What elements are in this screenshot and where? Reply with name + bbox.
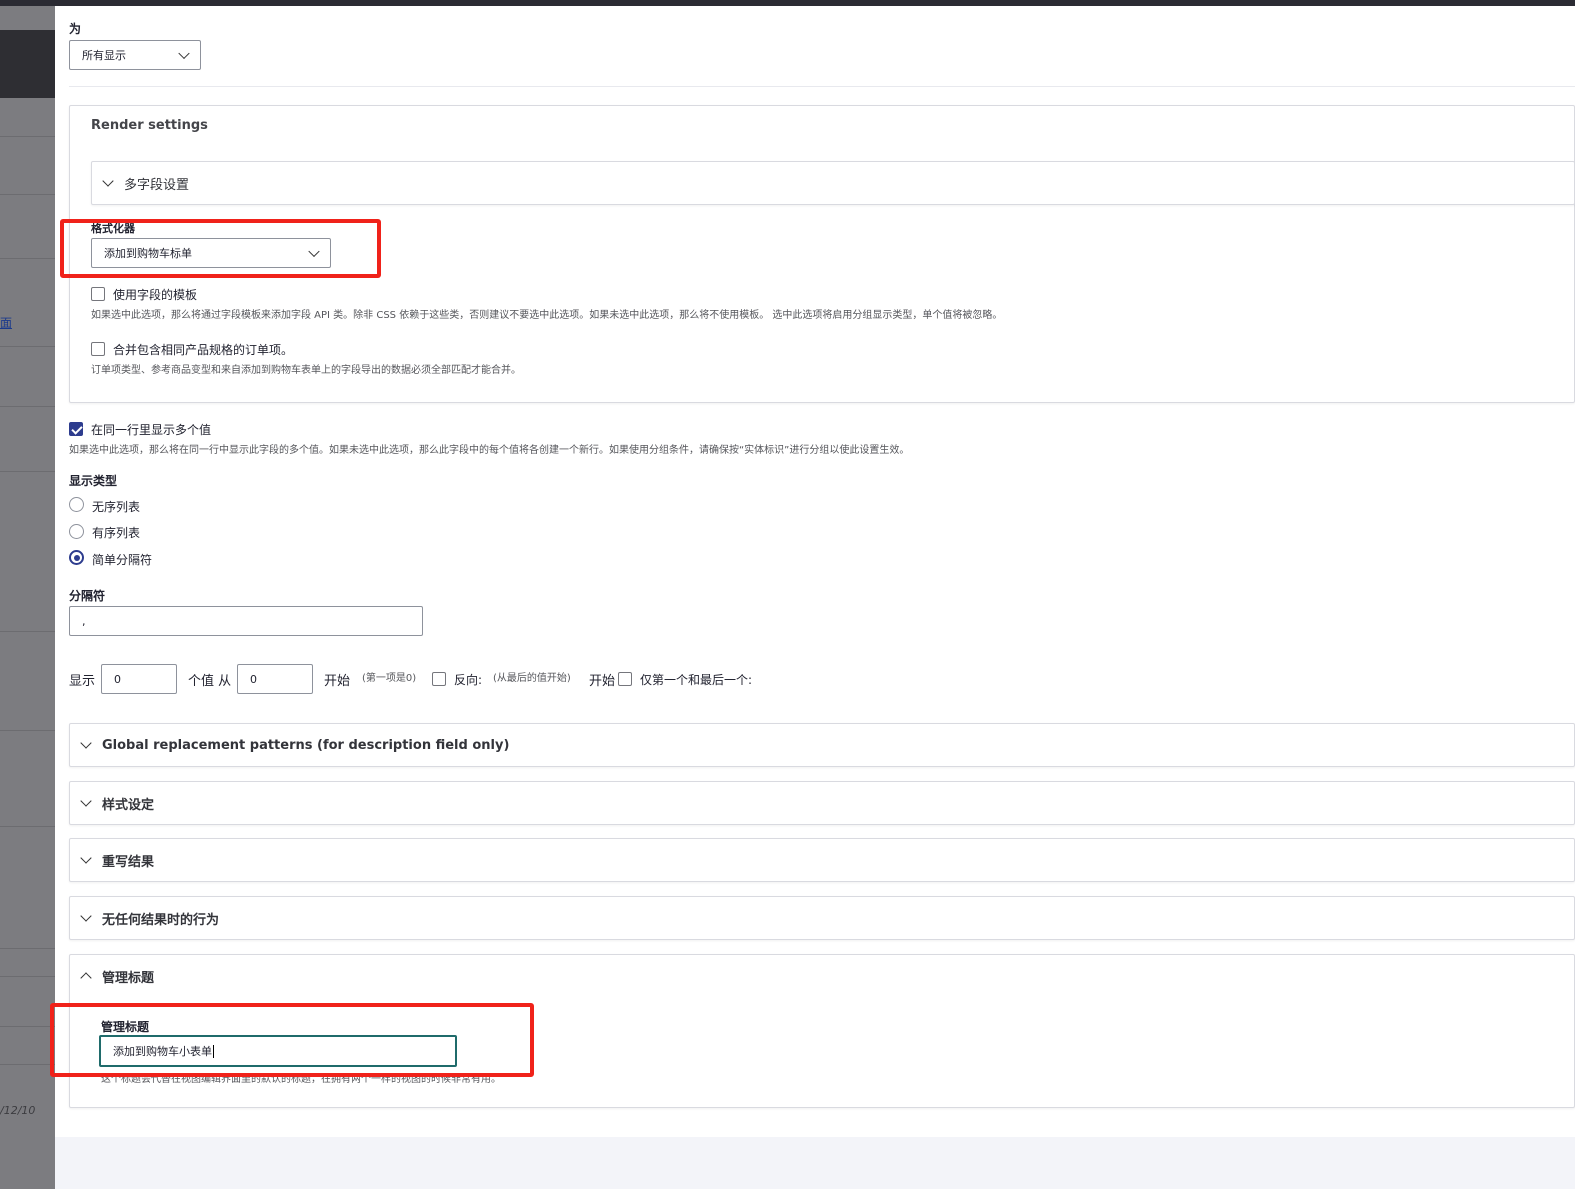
window-top-bar [0,0,1575,6]
no-results-title: 无任何结果时的行为 [102,912,220,928]
chevron-down-icon [178,47,190,60]
chevron-down-icon [80,852,92,864]
rewrite-results-summary[interactable]: 重写结果 [80,839,155,881]
use-template-checkbox[interactable] [91,287,105,301]
admin-section-title: 管理标题 [102,970,155,986]
use-template-description: 如果选中此选项，那么将通过字段模板来添加字段 API 类。除非 CSS 依赖于这… [91,310,1003,321]
radio-simple-separator[interactable] [69,550,84,565]
page-backdrop [0,6,55,1189]
offset-value: 0 [250,672,257,686]
backdrop-link[interactable]: 面 [0,314,12,331]
separator-label: 分隔符 [69,589,106,603]
start-label-2: 开始 [589,674,616,689]
chevron-down-icon [80,795,92,807]
section-no-results[interactable]: 无任何结果时的行为 [69,896,1575,940]
multi-field-settings[interactable]: 多字段设置 [91,161,1575,205]
for-select-value: 所有显示 [82,49,126,62]
merge-checkbox[interactable] [91,342,105,356]
for-label: 为 [69,22,82,36]
backdrop-date: /12/10 [0,1104,36,1117]
style-settings-summary[interactable]: 样式设定 [80,782,155,824]
offset-input[interactable]: 0 [237,664,313,694]
section-global-replacement[interactable]: Global replacement patterns (for descrip… [69,723,1575,767]
merge-description: 订单项类型、参考商品变型和来自添加到购物车表单上的字段导出的数据必须全部匹配才能… [91,365,521,376]
separator-value: , [82,614,86,628]
backdrop-header [0,30,55,98]
count-input[interactable]: 0 [101,664,177,694]
dialog-footer [55,1137,1575,1189]
first-last-label: 仅第一个和最后一个: [640,673,753,687]
separator-input[interactable]: , [69,606,423,636]
start-hint: (第一项是0) [362,673,417,684]
highlight-box-formatter [60,219,381,278]
radio-unordered-label: 无序列表 [92,500,141,514]
chevron-down-icon [80,910,92,922]
reverse-hint: (从最后的值开始) [493,673,571,684]
display-type-label: 显示类型 [69,474,118,488]
first-last-checkbox[interactable] [618,672,632,686]
start-label: 开始 [324,674,351,689]
radio-ordered-list[interactable] [69,524,84,539]
admin-title-summary[interactable]: 管理标题 [80,955,155,997]
multi-field-label: 多字段设置 [124,177,190,193]
highlight-box-admin-title [50,1003,534,1077]
reverse-label: 反向: [454,673,483,687]
same-row-checkbox[interactable] [69,422,83,436]
chevron-up-icon [80,972,92,984]
radio-ordered-label: 有序列表 [92,526,141,540]
chevron-down-icon [80,737,92,749]
show-label: 显示 [69,674,96,689]
section-style-settings[interactable]: 样式设定 [69,781,1575,825]
radio-unordered-list[interactable] [69,497,84,512]
values-from-label: 个值 从 [188,674,232,689]
reverse-checkbox[interactable] [432,672,446,686]
rewrite-results-title: 重写结果 [102,854,155,870]
radio-separator-label: 简单分隔符 [92,553,153,567]
same-row-description: 如果选中此选项，那么将在同一行中显示此字段的多个值。如果未选中此选项，那么此字段… [69,445,910,456]
render-settings-title: Render settings [91,118,208,133]
use-template-label: 使用字段的模板 [113,288,198,302]
same-row-label: 在同一行里显示多个值 [91,423,212,437]
for-select[interactable]: 所有显示 [69,40,201,70]
section-rewrite-results[interactable]: 重写结果 [69,838,1575,882]
divider [69,86,1575,87]
global-replacement-summary[interactable]: Global replacement patterns (for descrip… [80,724,510,766]
multi-field-summary[interactable]: 多字段设置 [102,162,190,204]
merge-label: 合并包含相同产品规格的订单项。 [113,343,294,357]
global-replacement-title: Global replacement patterns (for descrip… [102,737,510,753]
chevron-down-icon [102,175,114,187]
count-value: 0 [114,672,121,686]
style-settings-title: 样式设定 [102,797,155,813]
no-results-summary[interactable]: 无任何结果时的行为 [80,897,220,939]
